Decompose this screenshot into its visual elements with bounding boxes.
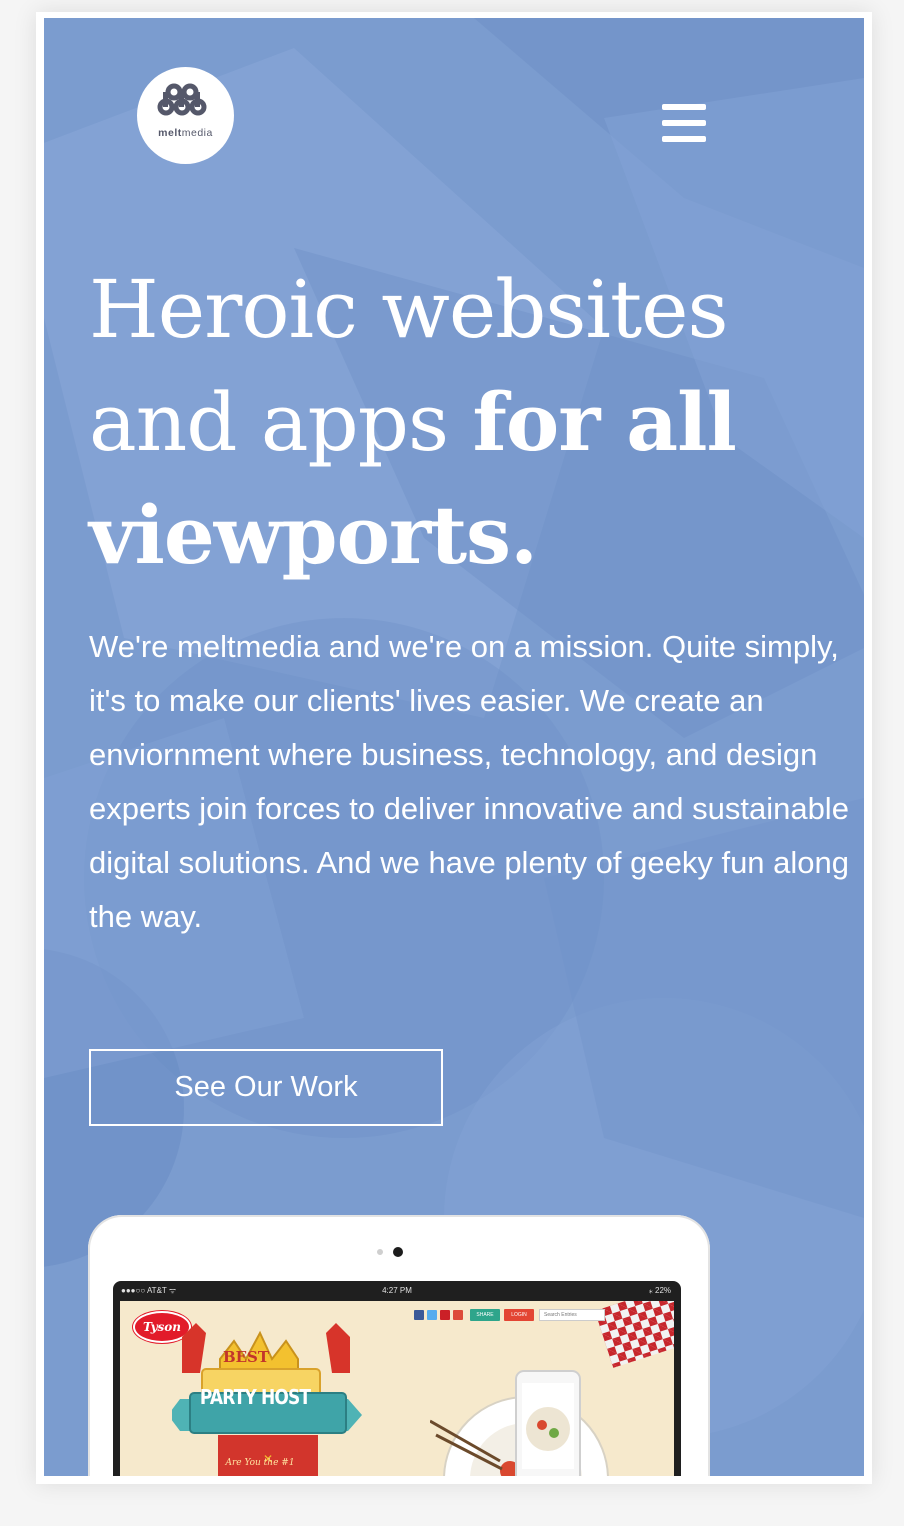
meltmedia-dots-icon — [157, 83, 207, 116]
hero-headline: Heroic websites and apps for all viewpor… — [89, 263, 737, 582]
tablet-website-preview: Tyson SHARE LOGIN Search Entries ✕ BEST … — [120, 1301, 674, 1476]
share-button-preview: SHARE — [470, 1309, 500, 1321]
badge-party-host-text: PARTY HOST — [199, 1385, 311, 1409]
tablecloth-graphic — [594, 1301, 674, 1368]
see-our-work-button[interactable]: See Our Work — [89, 1049, 443, 1126]
tablet-sensor — [377, 1249, 383, 1255]
food-plate-phone-graphic — [430, 1370, 609, 1476]
badge-best-text: BEST — [222, 1348, 270, 1366]
meltmedia-logo[interactable]: meltmedia — [137, 67, 234, 164]
login-button-preview: LOGIN — [504, 1309, 534, 1321]
hero-section: meltmedia Heroic websites and apps for a… — [44, 18, 864, 1476]
badge-subtitle-text: Are You the #1 — [225, 1458, 295, 1468]
hamburger-menu-icon[interactable] — [656, 98, 712, 148]
logo-wordmark: meltmedia — [158, 127, 213, 139]
tablet-status-bar: ●●●○○ AT&T ᯤ 4:27 PM ⁎ 22% — [121, 1286, 671, 1295]
social-icons — [414, 1310, 463, 1321]
tablet-camera — [393, 1247, 403, 1257]
hero-intro-text: We're meltmedia and we're on a mission. … — [89, 629, 850, 934]
tablet-mockup-image: ●●●○○ AT&T ᯤ 4:27 PM ⁎ 22% Tyson SHARE L… — [88, 1215, 710, 1476]
tablet-screen: ●●●○○ AT&T ᯤ 4:27 PM ⁎ 22% Tyson SHARE L… — [113, 1281, 681, 1476]
search-box-preview: Search Entries — [539, 1309, 605, 1321]
